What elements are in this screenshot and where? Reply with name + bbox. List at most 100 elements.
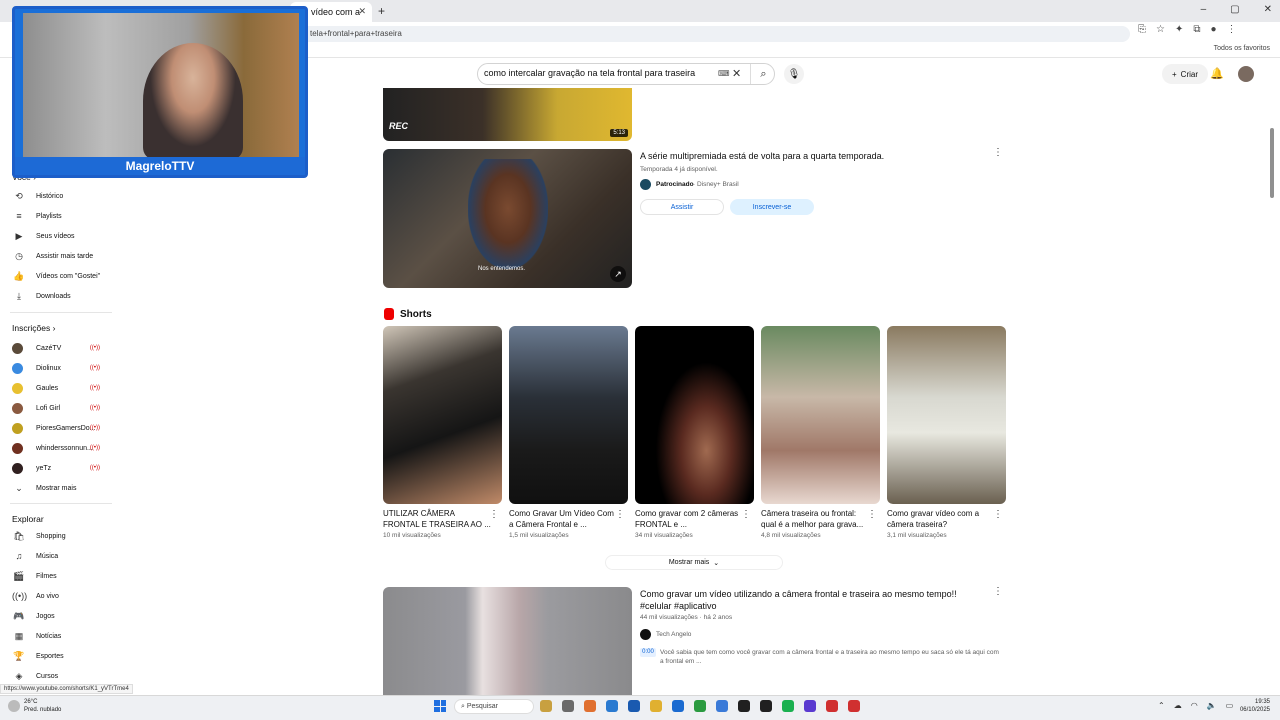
scrollbar-thumb[interactable] <box>1270 128 1274 198</box>
close-window-icon[interactable]: ✕ <box>1264 4 1272 15</box>
explore-item[interactable]: 🏆 Esportes <box>12 648 112 664</box>
explore-item[interactable]: ((•)) Ao vivo <box>12 588 112 604</box>
sidebar-item[interactable]: ⟲ Histórico <box>12 188 112 204</box>
taskbar-app-icon[interactable] <box>826 700 838 712</box>
explore-item[interactable]: ▦ Notícias <box>12 628 112 644</box>
taskbar-app-icon[interactable] <box>606 700 618 712</box>
ad-channel[interactable]: · Disney+ Brasil <box>693 181 739 188</box>
watch-button[interactable]: Assistir <box>640 199 724 215</box>
explore-item[interactable]: ♫ Música <box>12 548 112 564</box>
sidebar-item[interactable]: ⤓ Downloads <box>12 288 112 304</box>
subscription-item[interactable]: CazéTV ((•)) <box>12 340 112 356</box>
short-title[interactable]: Câmera traseira ou frontal: qual é a mel… <box>761 508 869 530</box>
close-tab-icon[interactable]: ✕ <box>358 6 366 17</box>
all-favorites[interactable]: Todos os favoritos <box>1214 45 1270 52</box>
short-title[interactable]: Como Gravar Um Vídeo Com a Câmera Fronta… <box>509 508 617 530</box>
sidebar-item[interactable]: ▶ Seus vídeos <box>12 228 112 244</box>
sidebar-item[interactable]: 👍 Vídeos com "Gostei" <box>12 268 112 284</box>
more-options-icon[interactable]: ⋮ <box>993 586 1003 597</box>
extension-icon[interactable]: ✦ <box>1175 24 1183 35</box>
more-options-icon[interactable]: ⋮ <box>993 147 1003 158</box>
search-input[interactable] <box>484 68 714 78</box>
short-thumbnail[interactable] <box>509 326 628 504</box>
taskbar-app-icon[interactable] <box>650 700 662 712</box>
puzzle-icon[interactable]: ⧉ <box>1193 24 1200 35</box>
explore-item[interactable]: ◈ Cursos <box>12 668 112 684</box>
taskbar-app-icon[interactable] <box>716 700 728 712</box>
start-button[interactable] <box>434 700 446 712</box>
short-title[interactable]: Como gravar com 2 câmeras FRONTAL e ... <box>635 508 743 530</box>
cloud-icon[interactable]: ☁ <box>1174 701 1182 710</box>
clock[interactable]: 19:35 06/10/2025 <box>1240 698 1270 714</box>
subscription-item[interactable]: Diolinux ((•)) <box>12 360 112 376</box>
bookmark-star-icon[interactable]: ☆ <box>1156 24 1165 35</box>
video-title[interactable]: Como gravar um vídeo utilizando a câmera… <box>640 588 970 612</box>
short-title[interactable]: UTILIZAR CÂMERA FRONTAL E TRASEIRA AO ..… <box>383 508 491 530</box>
avatar[interactable] <box>1238 66 1254 82</box>
subscription-item[interactable]: whinderssonnun... ((•)) <box>12 440 112 456</box>
explore-item[interactable]: 🎬 Filmes <box>12 568 112 584</box>
clear-search-icon[interactable]: ✕ <box>732 67 741 80</box>
url-field[interactable]: tela+frontal+para+traseira <box>300 26 1130 42</box>
short-thumbnail[interactable] <box>887 326 1006 504</box>
taskbar-app-icon[interactable] <box>694 700 706 712</box>
taskbar-app-icon[interactable] <box>628 700 640 712</box>
more-options-icon[interactable]: ⋮ <box>867 509 877 520</box>
chevron-up-icon[interactable]: ⌃ <box>1158 701 1165 710</box>
subscription-item[interactable]: Lofi Girl ((•)) <box>12 400 112 416</box>
keyboard-icon[interactable]: ⌨ <box>718 69 730 78</box>
new-tab-icon[interactable]: + <box>378 4 385 18</box>
sidebar-item[interactable]: ◷ Assistir mais tarde <box>12 248 112 264</box>
taskbar-app-icon[interactable] <box>672 700 684 712</box>
voice-search-button[interactable]: 🎙 <box>784 64 804 84</box>
battery-icon[interactable]: ▭ <box>1226 701 1234 710</box>
install-icon[interactable]: ⎘ <box>1138 24 1146 35</box>
more-options-icon[interactable]: ⋮ <box>741 509 751 520</box>
weather-widget[interactable]: 26°C Pred. nublado <box>24 698 61 714</box>
more-options-icon[interactable]: ⋮ <box>993 509 1003 520</box>
short-thumbnail[interactable] <box>635 326 754 504</box>
taskbar-app-icon[interactable] <box>584 700 596 712</box>
more-options-icon[interactable]: ⋮ <box>489 509 499 520</box>
ad-thumbnail[interactable]: Nos entendemos. ↗ <box>383 149 632 288</box>
ad-title[interactable]: A série multipremiada está de volta para… <box>640 150 980 162</box>
taskbar-app-icon[interactable] <box>848 700 860 712</box>
create-button[interactable]: + Criar <box>1162 64 1209 84</box>
taskbar-app-icon[interactable] <box>760 700 772 712</box>
subscriptions-title[interactable]: Inscrições › <box>12 323 55 333</box>
profile-icon[interactable]: ● <box>1211 24 1217 35</box>
video-thumbnail[interactable] <box>383 587 632 695</box>
minimize-icon[interactable]: – <box>1201 4 1207 15</box>
search-button[interactable]: ⌕ <box>750 64 776 84</box>
channel-name[interactable]: Tech Angelo <box>656 631 691 638</box>
explore-item[interactable]: 🛍 Shopping <box>12 528 112 544</box>
taskbar-app-icon[interactable] <box>738 700 750 712</box>
show-more-shorts-button[interactable]: Mostrar mais ⌄ <box>605 555 783 570</box>
maximize-icon[interactable]: ▢ <box>1230 4 1239 15</box>
speaker-icon[interactable]: 🔈 <box>1207 701 1217 710</box>
short-thumbnail[interactable] <box>383 326 502 504</box>
open-external-icon[interactable]: ↗ <box>610 266 626 282</box>
short-title[interactable]: Como gravar vídeo com a câmera traseira? <box>887 508 995 530</box>
subscription-item[interactable]: Gaules ((•)) <box>12 380 112 396</box>
subscribe-button[interactable]: Inscrever-se <box>730 199 814 215</box>
channel-avatar[interactable] <box>640 629 651 640</box>
wifi-icon[interactable]: ◠ <box>1191 701 1198 710</box>
more-options-icon[interactable]: ⋮ <box>615 509 625 520</box>
short-thumbnail[interactable] <box>761 326 880 504</box>
channel-avatar[interactable] <box>640 179 651 190</box>
subscription-item[interactable]: PioresGamersDo... ((•)) <box>12 420 112 436</box>
taskbar-app-icon[interactable] <box>782 700 794 712</box>
taskbar-search[interactable]: ⌕ Pesquisar <box>454 699 534 714</box>
taskbar-app-icon[interactable] <box>540 700 552 712</box>
video-thumbnail[interactable]: REC 5:13 <box>383 88 632 141</box>
taskbar-app-icon[interactable] <box>804 700 816 712</box>
taskbar-app-icon[interactable] <box>562 700 574 712</box>
sidebar-item[interactable]: ≡ Playlists <box>12 208 112 224</box>
bell-icon[interactable]: 🔔 <box>1210 67 1224 80</box>
chapter-timestamp[interactable]: 0:00 <box>640 648 656 657</box>
subscription-item[interactable]: yeTz ((•)) <box>12 460 112 476</box>
menu-icon[interactable]: ⋮ <box>1227 24 1237 35</box>
show-more-subscriptions[interactable]: ⌄ Mostrar mais <box>12 480 112 496</box>
explore-item[interactable]: 🎮 Jogos <box>12 608 112 624</box>
